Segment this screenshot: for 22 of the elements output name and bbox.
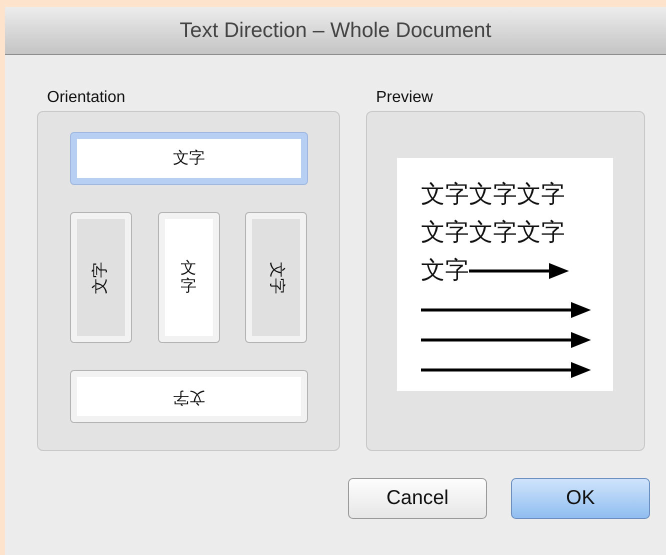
orientation-text: 文字 — [92, 262, 110, 294]
orientation-option[interactable]: 文字 — [70, 132, 308, 185]
preview-text: 文字 — [421, 257, 469, 285]
dialog-button[interactable]: OK — [511, 478, 650, 519]
arrow-icon — [469, 261, 569, 281]
arrow-icon — [421, 360, 591, 380]
orientation-option[interactable]: 文字 — [158, 212, 220, 343]
orientation-text: 文字 — [267, 262, 285, 294]
group-label: Preview — [376, 88, 434, 107]
orientation-option[interactable]: 文字 — [245, 212, 307, 343]
window-title: Text Direction – Whole Document — [180, 18, 492, 42]
dialog-button[interactable]: Cancel — [348, 478, 487, 519]
orientation-option[interactable]: 文字 — [70, 212, 132, 343]
orientation-text: 文字 — [173, 388, 205, 406]
orientation-option[interactable]: 文字 — [70, 370, 308, 423]
arrow-icon — [421, 330, 591, 350]
group-label: Orientation — [47, 88, 126, 107]
preview-text: 文字文字文字 — [421, 181, 565, 209]
orientation-text: 文字 — [173, 150, 205, 168]
preview-text: 文字文字文字 — [421, 219, 565, 247]
orientation-text: 文字 — [180, 260, 196, 296]
arrow-icon — [421, 300, 591, 320]
